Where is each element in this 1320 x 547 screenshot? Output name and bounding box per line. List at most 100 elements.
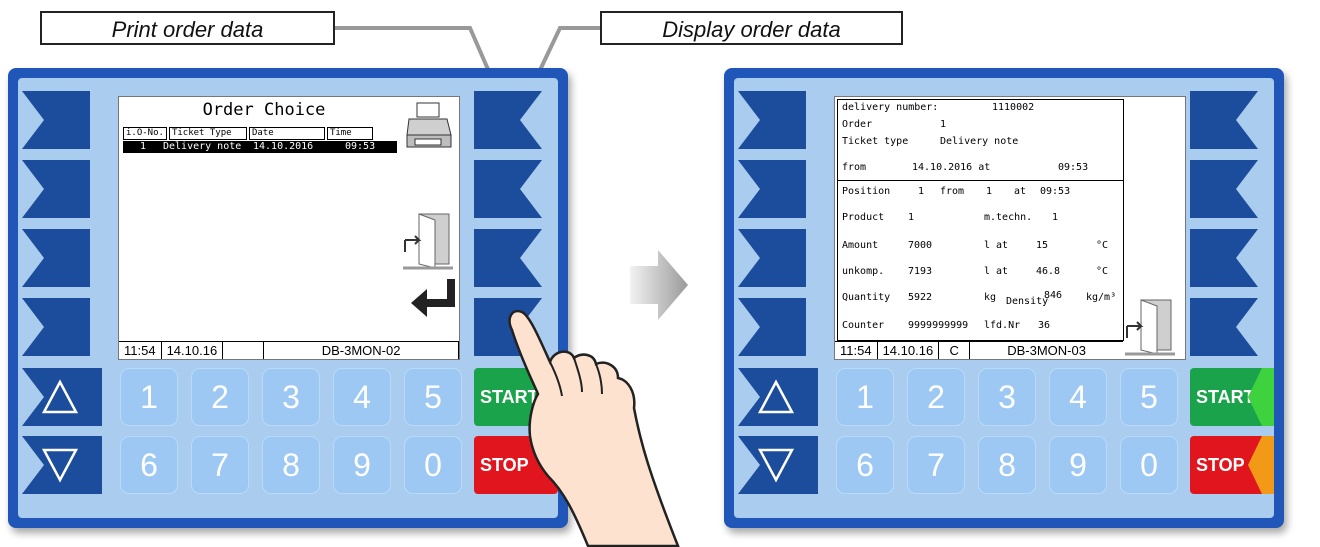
enter-return-icon[interactable] [409,277,457,321]
arrow-down-key[interactable] [22,436,102,494]
position-value: 1 [918,186,925,197]
position-time: 09:53 [1040,186,1071,197]
mtechn-value: 1 [1052,212,1059,223]
key-9[interactable]: 9 [333,436,391,494]
start-label: START [1196,387,1255,407]
key-3[interactable]: 3 [262,368,320,426]
divider [838,180,1123,181]
table-row[interactable]: 1 Delivery note 14.10.2016 09:53 [123,141,397,153]
unkomp-temperature: 46.8 [1036,266,1061,277]
left-softkey-1[interactable] [22,91,90,149]
stop-indicator-tag [1248,436,1274,494]
key-4[interactable]: 4 [1049,368,1107,426]
exit-door-icon[interactable] [403,212,453,270]
key-7[interactable]: 7 [191,436,249,494]
quantity-label: Quantity [842,292,891,303]
key-1[interactable]: 1 [120,368,178,426]
status-mode: C [939,342,971,359]
unkomp-unit: l at [984,266,1009,277]
key-0[interactable]: 0 [1120,436,1178,494]
order-data-screen: delivery number: 1110002 Order 1 Ticket … [834,96,1186,360]
key-2[interactable]: 2 [191,368,249,426]
key-8[interactable]: 8 [262,436,320,494]
unkomp-temperature-unit: °C [1096,266,1109,277]
right-softkey-3[interactable] [1190,229,1258,287]
left-softkey-1[interactable] [738,91,806,149]
key-4[interactable]: 4 [333,368,391,426]
amount-value: 7000 [908,240,933,251]
position-at-label: at [1014,186,1027,197]
right-softkey-3[interactable] [474,229,542,287]
order-value: 1 [940,119,947,130]
status-time: 11:54 [119,342,162,359]
right-softkey-1[interactable] [474,91,542,149]
arrow-up-key[interactable] [738,368,818,426]
key-9[interactable]: 9 [1049,436,1107,494]
amount-unit: l at [984,240,1009,251]
lfd-value: 36 [1038,320,1051,331]
start-indicator-tag [1248,368,1274,426]
start-button[interactable]: START [1190,368,1274,426]
left-softkey-2[interactable] [22,160,90,218]
order-label: Order [842,119,873,130]
order-data-box: delivery number: 1110002 Order 1 Ticket … [837,99,1124,341]
transition-arrow-icon [630,250,688,320]
stop-button[interactable]: STOP [1190,436,1274,494]
right-softkey-1[interactable] [1190,91,1258,149]
product-label: Product [842,212,885,223]
position-from-value: 1 [986,186,993,197]
position-label: Position [842,186,891,197]
status-bar: 11:54 14.10.16 DB-3MON-02 [119,341,459,359]
order-number-cell: 1 [139,141,147,152]
arrow-up-key[interactable] [22,368,102,426]
left-softkey-3[interactable] [738,229,806,287]
order-choice-screen: Order Choice i.O-No. Ticket Type Date Ti… [118,96,460,360]
status-device: DB-3MON-03 [1007,343,1086,358]
unkomp-label: unkomp. [842,266,885,277]
stop-label: STOP [1196,455,1245,475]
right-terminal: delivery number: 1110002 Order 1 Ticket … [724,68,1284,528]
status-date: 14.10.16 [878,342,940,359]
left-softkey-4[interactable] [738,298,806,356]
density-unit: kg/m³ [1086,292,1117,303]
lfd-label: lfd.Nr [984,320,1021,331]
quantity-unit: kg [984,292,997,303]
key-6[interactable]: 6 [836,436,894,494]
printer-icon[interactable] [405,101,453,151]
left-softkey-3[interactable] [22,229,90,287]
left-terminal-panel: Order Choice i.O-No. Ticket Type Date Ti… [18,78,558,518]
key-0[interactable]: 0 [404,436,462,494]
position-from-label: from [940,186,965,197]
ticket-type-value: Delivery note [940,136,1019,147]
column-header: Date [248,127,325,140]
delivery-number-value: 1110002 [992,102,1035,113]
page-title: Order Choice [202,100,326,120]
key-2[interactable]: 2 [907,368,965,426]
exit-door-icon[interactable] [1125,297,1175,357]
key-3[interactable]: 3 [978,368,1036,426]
counter-label: Counter [842,320,885,331]
right-softkey-4[interactable] [1190,298,1258,356]
key-6[interactable]: 6 [120,436,178,494]
right-softkey-2[interactable] [474,160,542,218]
amount-label: Amount [842,240,879,251]
key-5[interactable]: 5 [404,368,462,426]
key-8[interactable]: 8 [978,436,1036,494]
status-mode [223,342,265,359]
unkomp-value: 7193 [908,266,933,277]
key-7[interactable]: 7 [907,436,965,494]
pointing-hand-icon [508,309,680,547]
product-value: 1 [908,212,915,223]
column-header: Ticket Type [168,127,247,140]
left-softkey-2[interactable] [738,160,806,218]
status-bar: 11:54 14.10.16 C DB-3MON-03 [835,341,1123,359]
arrow-down-key[interactable] [738,436,818,494]
delivery-number-label: delivery number: [842,102,939,113]
status-date: 14.10.16 [162,342,224,359]
key-1[interactable]: 1 [836,368,894,426]
key-5[interactable]: 5 [1120,368,1178,426]
right-terminal-panel: delivery number: 1110002 Order 1 Ticket … [734,78,1274,518]
ticket-type-label: Ticket type [842,136,909,147]
left-softkey-4[interactable] [22,298,90,356]
right-softkey-2[interactable] [1190,160,1258,218]
